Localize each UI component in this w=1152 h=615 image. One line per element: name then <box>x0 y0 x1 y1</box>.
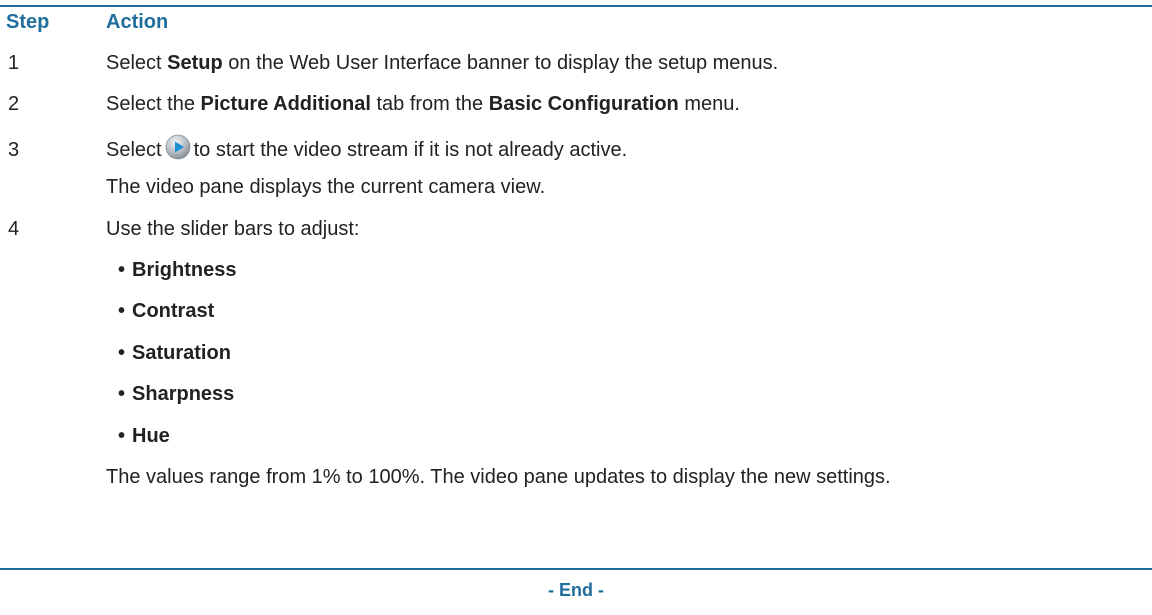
play-button-icon <box>165 134 191 160</box>
step-1-text: Select Setup on the Web User Interface b… <box>106 52 779 74</box>
step-3-note: The video pane displays the current came… <box>106 176 546 198</box>
column-header-step: Step <box>6 11 50 33</box>
list-item: • Hue <box>118 425 170 447</box>
step-number: 3 <box>8 139 20 161</box>
list-item: • Contrast <box>118 300 215 322</box>
step-2-text: Select the Picture Additional tab from t… <box>106 93 740 115</box>
table-bottom-rule <box>0 568 1152 570</box>
step-number: 1 <box>8 52 20 74</box>
step-number: 4 <box>8 218 20 240</box>
column-header-action: Action <box>106 11 169 33</box>
end-marker: - End - <box>548 580 604 600</box>
list-item: • Brightness <box>118 259 237 281</box>
list-item: • Sharpness <box>118 383 235 405</box>
step-number: 2 <box>8 93 20 115</box>
step-4-note: The values range from 1% to 100%. The vi… <box>106 466 891 488</box>
list-item: • Saturation <box>118 342 231 364</box>
step-3-text: Select to start the video stream if it i… <box>106 134 627 162</box>
step-4-text: Use the slider bars to adjust: <box>106 218 360 240</box>
table-top-rule <box>0 5 1152 7</box>
